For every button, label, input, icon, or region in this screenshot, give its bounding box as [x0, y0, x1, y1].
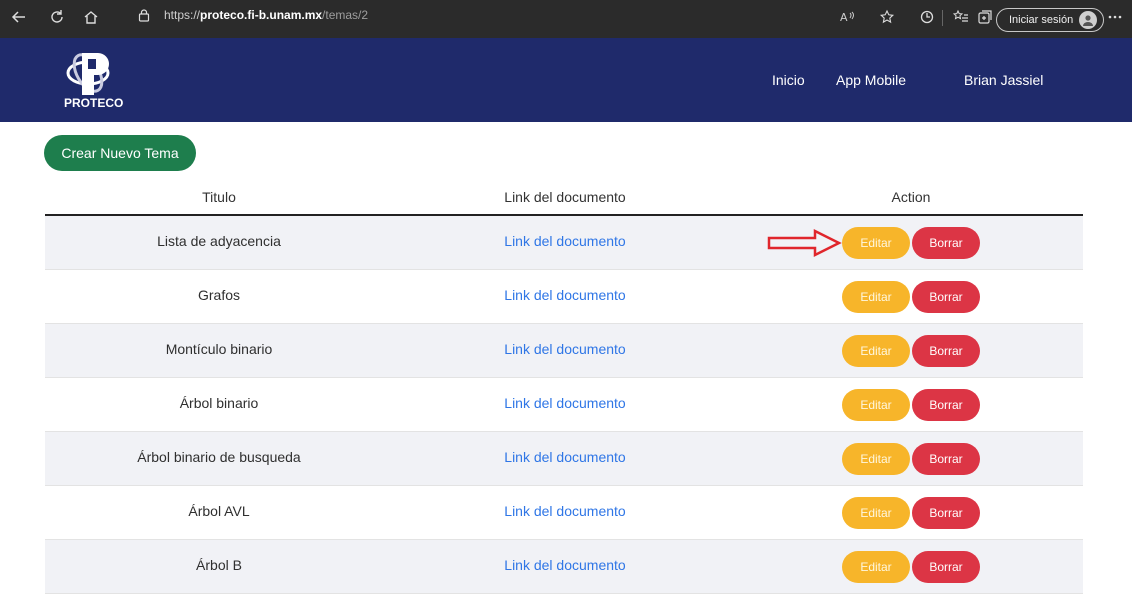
collections-icon[interactable]: [974, 6, 996, 28]
browser-toolbar: https://proteco.fi-b.unam.mx/temas/2 A I…: [0, 0, 1132, 38]
home-icon[interactable]: [80, 6, 102, 28]
document-link[interactable]: Link del documento: [504, 503, 625, 519]
read-aloud-icon[interactable]: A: [836, 6, 858, 28]
sign-in-label: Iniciar sesión: [1009, 14, 1074, 26]
topics-table: Titulo Link del documento Action Lista d…: [45, 184, 1083, 594]
nav-item-user[interactable]: Brian Jassiel: [964, 72, 1043, 88]
url-host: proteco.fi-b.unam.mx: [200, 8, 323, 22]
more-icon[interactable]: [1104, 6, 1126, 28]
row-title: Árbol binario de busqueda: [137, 449, 301, 465]
delete-button[interactable]: Borrar: [912, 389, 980, 421]
svg-text:A: A: [840, 11, 848, 24]
table-row: Montículo binario Link del documento Edi…: [45, 324, 1083, 378]
document-link[interactable]: Link del documento: [504, 233, 625, 249]
proteco-logo[interactable]: PROTECO: [62, 47, 130, 111]
create-topic-button[interactable]: Crear Nuevo Tema: [44, 135, 196, 171]
edit-button[interactable]: Editar: [842, 443, 910, 475]
row-title: Grafos: [197, 287, 241, 303]
document-link[interactable]: Link del documento: [504, 395, 625, 411]
nav-item-app-mobile[interactable]: App Mobile: [836, 72, 906, 88]
edit-button[interactable]: Editar: [842, 389, 910, 421]
table-row: Árbol binario Link del documento Editar …: [45, 378, 1083, 432]
header-link: Link del documento: [504, 189, 626, 205]
row-title: Lista de adyacencia: [157, 233, 281, 249]
header-action: Action: [891, 189, 931, 205]
document-link[interactable]: Link del documento: [504, 557, 625, 573]
lock-icon: [138, 8, 154, 22]
favorite-icon[interactable]: [876, 6, 898, 28]
url-path: /temas/2: [322, 8, 369, 22]
table-row: Grafos Link del documento Editar Borrar: [45, 270, 1083, 324]
edit-button[interactable]: Editar: [842, 497, 910, 529]
delete-button[interactable]: Borrar: [912, 497, 980, 529]
delete-button[interactable]: Borrar: [912, 443, 980, 475]
row-title: Árbol binario: [179, 395, 259, 411]
logo-text: PROTECO: [64, 96, 123, 110]
table-row: Árbol binario de busqueda Link del docum…: [45, 432, 1083, 486]
back-icon[interactable]: [8, 6, 30, 28]
edit-button[interactable]: Editar: [842, 335, 910, 367]
document-link[interactable]: Link del documento: [504, 341, 625, 357]
table-row: Lista de adyacencia Link del documento E…: [45, 216, 1083, 270]
site-navbar: PROTECO Inicio App Mobile Brian Jassiel: [0, 38, 1132, 122]
sign-in-button[interactable]: Iniciar sesión: [996, 8, 1105, 32]
toolbar-divider: [942, 10, 943, 26]
address-bar[interactable]: https://proteco.fi-b.unam.mx/temas/2: [108, 3, 836, 27]
table-header: Titulo Link del documento Action: [45, 184, 1083, 216]
table-row: Árbol AVL Link del documento Editar Borr…: [45, 486, 1083, 540]
table-row: Árbol B Link del documento Editar Borrar: [45, 540, 1083, 594]
row-title: Árbol AVL: [188, 503, 250, 519]
delete-button[interactable]: Borrar: [912, 281, 980, 313]
row-title: Montículo binario: [165, 341, 273, 357]
delete-button[interactable]: Borrar: [912, 551, 980, 583]
header-title: Titulo: [202, 189, 236, 205]
url-prefix: https://: [164, 8, 201, 22]
edit-button[interactable]: Editar: [842, 227, 910, 259]
refresh-icon[interactable]: [46, 6, 68, 28]
document-link[interactable]: Link del documento: [504, 287, 625, 303]
annotation-arrow-icon: [767, 228, 842, 258]
nav-item-inicio[interactable]: Inicio: [772, 72, 805, 88]
delete-button[interactable]: Borrar: [912, 227, 980, 259]
extensions-icon[interactable]: [916, 6, 938, 28]
row-title: Árbol B: [196, 557, 242, 573]
avatar-icon: [1079, 11, 1098, 29]
favorites-list-icon[interactable]: [950, 6, 972, 28]
delete-button[interactable]: Borrar: [912, 335, 980, 367]
edit-button[interactable]: Editar: [842, 551, 910, 583]
document-link[interactable]: Link del documento: [504, 449, 625, 465]
edit-button[interactable]: Editar: [842, 281, 910, 313]
